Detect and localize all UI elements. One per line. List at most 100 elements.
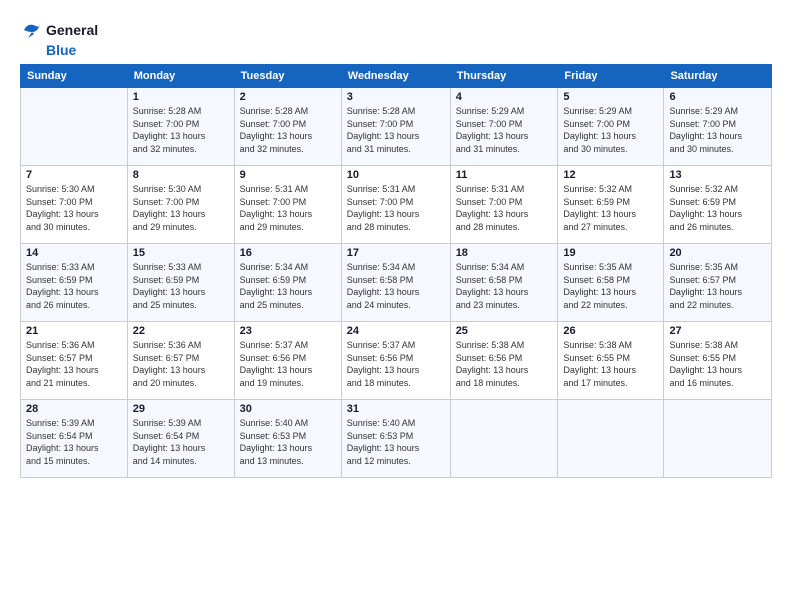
day-number: 18 [456, 247, 553, 259]
day-number: 16 [240, 247, 336, 259]
day-info: Sunrise: 5:32 AM Sunset: 6:59 PM Dayligh… [563, 183, 658, 233]
logo-bird-icon [20, 18, 44, 42]
calendar-cell: 27 Sunrise: 5:38 AM Sunset: 6:55 PM Dayli… [664, 322, 772, 400]
day-info: Sunrise: 5:38 AM Sunset: 6:55 PM Dayligh… [669, 339, 766, 389]
day-number: 19 [563, 247, 658, 259]
calendar-cell: 1 Sunrise: 5:28 AM Sunset: 7:00 PM Daylig… [127, 88, 234, 166]
calendar-cell: 24Sunrise: 5:37 AM Sunset: 6:56 PM Dayli… [341, 322, 450, 400]
calendar-cell: 3 Sunrise: 5:28 AM Sunset: 7:00 PM Daylig… [341, 88, 450, 166]
day-info: Sunrise: 5:29 AM Sunset: 7:00 PM Dayligh… [669, 105, 766, 155]
day-info: Sunrise: 5:29 AM Sunset: 7:00 PM Dayligh… [563, 105, 658, 155]
calendar-cell [21, 88, 128, 166]
day-info: Sunrise: 5:31 AM Sunset: 7:00 PM Dayligh… [240, 183, 336, 233]
col-header-saturday: Saturday [664, 65, 772, 88]
week-row-1: 7 Sunrise: 5:30 AM Sunset: 7:00 PM Daylig… [21, 166, 772, 244]
day-number: 26 [563, 325, 658, 337]
day-number: 1 [133, 91, 229, 103]
col-header-thursday: Thursday [450, 65, 558, 88]
calendar-cell: 20 Sunrise: 5:35 AM Sunset: 6:57 PM Dayli… [664, 244, 772, 322]
day-number: 13 [669, 169, 766, 181]
day-info: Sunrise: 5:38 AM Sunset: 6:56 PM Dayligh… [456, 339, 553, 389]
day-info: Sunrise: 5:40 AM Sunset: 6:53 PM Dayligh… [347, 417, 445, 467]
calendar-cell: 4 Sunrise: 5:29 AM Sunset: 7:00 PM Daylig… [450, 88, 558, 166]
logo-text-blue: Blue [46, 42, 76, 58]
week-row-3: 21 Sunrise: 5:36 AM Sunset: 6:57 PM Dayli… [21, 322, 772, 400]
calendar-cell: 29 Sunrise: 5:39 AM Sunset: 6:54 PM Dayli… [127, 400, 234, 478]
day-number: 22 [133, 325, 229, 337]
header-row: SundayMondayTuesdayWednesdayThursdayFrid… [21, 65, 772, 88]
calendar-cell: 21 Sunrise: 5:36 AM Sunset: 6:57 PM Dayli… [21, 322, 128, 400]
day-info: Sunrise: 5:28 AM Sunset: 7:00 PM Dayligh… [133, 105, 229, 155]
day-number: 21 [26, 325, 122, 337]
calendar-cell [664, 400, 772, 478]
day-number: 10 [347, 169, 445, 181]
col-header-friday: Friday [558, 65, 664, 88]
calendar-cell: 5 Sunrise: 5:29 AM Sunset: 7:00 PM Daylig… [558, 88, 664, 166]
calendar-cell: 23 Sunrise: 5:37 AM Sunset: 6:56 PM Dayli… [234, 322, 341, 400]
calendar-cell: 30 Sunrise: 5:40 AM Sunset: 6:53 PM Dayli… [234, 400, 341, 478]
day-number: 30 [240, 403, 336, 415]
day-number: 25 [456, 325, 553, 337]
day-number: 9 [240, 169, 336, 181]
day-info: Sunrise: 5:32 AM Sunset: 6:59 PM Dayligh… [669, 183, 766, 233]
calendar-cell [558, 400, 664, 478]
calendar-cell: 31Sunrise: 5:40 AM Sunset: 6:53 PM Dayli… [341, 400, 450, 478]
calendar-cell: 19 Sunrise: 5:35 AM Sunset: 6:58 PM Dayli… [558, 244, 664, 322]
day-number: 27 [669, 325, 766, 337]
day-number: 12 [563, 169, 658, 181]
logo: General Blue [20, 18, 98, 58]
day-info: Sunrise: 5:39 AM Sunset: 6:54 PM Dayligh… [133, 417, 229, 467]
col-header-tuesday: Tuesday [234, 65, 341, 88]
week-row-0: 1 Sunrise: 5:28 AM Sunset: 7:00 PM Daylig… [21, 88, 772, 166]
day-number: 4 [456, 91, 553, 103]
calendar-cell: 11 Sunrise: 5:31 AM Sunset: 7:00 PM Dayli… [450, 166, 558, 244]
day-info: Sunrise: 5:39 AM Sunset: 6:54 PM Dayligh… [26, 417, 122, 467]
day-number: 7 [26, 169, 122, 181]
day-number: 5 [563, 91, 658, 103]
day-number: 11 [456, 169, 553, 181]
day-info: Sunrise: 5:33 AM Sunset: 6:59 PM Dayligh… [133, 261, 229, 311]
day-number: 20 [669, 247, 766, 259]
calendar-cell: 12 Sunrise: 5:32 AM Sunset: 6:59 PM Dayli… [558, 166, 664, 244]
day-number: 15 [133, 247, 229, 259]
day-number: 23 [240, 325, 336, 337]
day-info: Sunrise: 5:29 AM Sunset: 7:00 PM Dayligh… [456, 105, 553, 155]
col-header-wednesday: Wednesday [341, 65, 450, 88]
day-number: 28 [26, 403, 122, 415]
calendar-cell: 26Sunrise: 5:38 AM Sunset: 6:55 PM Dayli… [558, 322, 664, 400]
day-info: Sunrise: 5:31 AM Sunset: 7:00 PM Dayligh… [456, 183, 553, 233]
logo-text-general: General [46, 22, 98, 38]
day-info: Sunrise: 5:35 AM Sunset: 6:58 PM Dayligh… [563, 261, 658, 311]
calendar-cell: 7 Sunrise: 5:30 AM Sunset: 7:00 PM Daylig… [21, 166, 128, 244]
calendar-cell: 17Sunrise: 5:34 AM Sunset: 6:58 PM Dayli… [341, 244, 450, 322]
day-info: Sunrise: 5:30 AM Sunset: 7:00 PM Dayligh… [26, 183, 122, 233]
calendar-cell: 18 Sunrise: 5:34 AM Sunset: 6:58 PM Dayli… [450, 244, 558, 322]
day-info: Sunrise: 5:35 AM Sunset: 6:57 PM Dayligh… [669, 261, 766, 311]
day-info: Sunrise: 5:30 AM Sunset: 7:00 PM Dayligh… [133, 183, 229, 233]
day-info: Sunrise: 5:36 AM Sunset: 6:57 PM Dayligh… [133, 339, 229, 389]
calendar-cell [450, 400, 558, 478]
day-info: Sunrise: 5:28 AM Sunset: 7:00 PM Dayligh… [347, 105, 445, 155]
calendar-cell: 6 Sunrise: 5:29 AM Sunset: 7:00 PM Daylig… [664, 88, 772, 166]
calendar-cell: 22 Sunrise: 5:36 AM Sunset: 6:57 PM Dayli… [127, 322, 234, 400]
header: General Blue [20, 18, 772, 58]
day-number: 29 [133, 403, 229, 415]
day-info: Sunrise: 5:36 AM Sunset: 6:57 PM Dayligh… [26, 339, 122, 389]
day-info: Sunrise: 5:34 AM Sunset: 6:58 PM Dayligh… [456, 261, 553, 311]
day-info: Sunrise: 5:31 AM Sunset: 7:00 PM Dayligh… [347, 183, 445, 233]
day-number: 14 [26, 247, 122, 259]
day-number: 3 [347, 91, 445, 103]
day-info: Sunrise: 5:28 AM Sunset: 7:00 PM Dayligh… [240, 105, 336, 155]
calendar-cell: 16Sunrise: 5:34 AM Sunset: 6:59 PM Dayli… [234, 244, 341, 322]
calendar-cell: 9 Sunrise: 5:31 AM Sunset: 7:00 PM Daylig… [234, 166, 341, 244]
calendar-cell: 8Sunrise: 5:30 AM Sunset: 7:00 PM Daylig… [127, 166, 234, 244]
calendar-cell: 28 Sunrise: 5:39 AM Sunset: 6:54 PM Dayli… [21, 400, 128, 478]
col-header-monday: Monday [127, 65, 234, 88]
week-row-2: 14 Sunrise: 5:33 AM Sunset: 6:59 PM Dayli… [21, 244, 772, 322]
day-info: Sunrise: 5:37 AM Sunset: 6:56 PM Dayligh… [347, 339, 445, 389]
day-info: Sunrise: 5:40 AM Sunset: 6:53 PM Dayligh… [240, 417, 336, 467]
day-info: Sunrise: 5:37 AM Sunset: 6:56 PM Dayligh… [240, 339, 336, 389]
day-number: 6 [669, 91, 766, 103]
week-row-4: 28 Sunrise: 5:39 AM Sunset: 6:54 PM Dayli… [21, 400, 772, 478]
calendar-cell: 10 Sunrise: 5:31 AM Sunset: 7:00 PM Dayli… [341, 166, 450, 244]
